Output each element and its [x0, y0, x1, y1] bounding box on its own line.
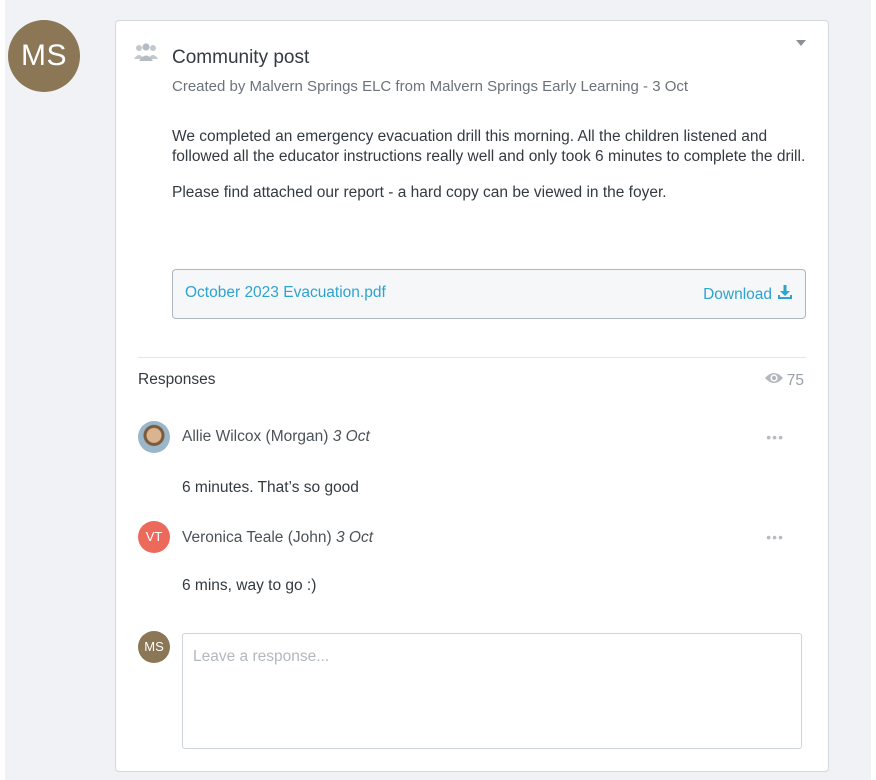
response-date: 3 Oct	[332, 428, 370, 445]
post-body-paragraph: Please find attached our report - a hard…	[172, 184, 667, 201]
response-input[interactable]	[182, 633, 802, 749]
post-options-caret-icon[interactable]	[796, 40, 806, 46]
download-icon	[777, 284, 793, 305]
response-date: 3 Oct	[335, 529, 374, 546]
response-more-icon[interactable]: •••	[766, 429, 784, 445]
responder-avatar-initials[interactable]: VT	[138, 521, 170, 553]
attachment-file-link[interactable]: October 2023 Evacuation.pdf	[185, 284, 386, 302]
responder-avatar-photo[interactable]	[138, 421, 170, 453]
response-author: Allie Wilcox (Morgan) 3 Oct	[182, 428, 370, 446]
author-avatar[interactable]: MS	[8, 20, 80, 92]
response-author-name[interactable]: Allie Wilcox (Morgan)	[182, 428, 328, 445]
post-title: Community post	[172, 47, 310, 68]
responses-heading: Responses	[138, 371, 216, 388]
response-author: Veronica Teale (John) 3 Oct	[182, 529, 373, 547]
attachment-box: October 2023 Evacuation.pdf Download	[172, 269, 806, 319]
post-body-paragraph: We completed an emergency evacuation dri…	[172, 128, 806, 165]
response-text: 6 minutes. That’s so good	[182, 479, 359, 496]
responses-divider	[138, 357, 806, 358]
download-label: Download	[703, 285, 772, 303]
response-author-name[interactable]: Veronica Teale (John)	[182, 529, 332, 546]
view-count-number: 75	[786, 371, 804, 389]
group-icon	[134, 43, 158, 68]
view-count: 75	[764, 371, 804, 390]
post-created-line: Created by Malvern Springs ELC from Malv…	[172, 78, 689, 95]
response-text: 6 mins, way to go :)	[182, 577, 317, 594]
response-more-icon[interactable]: •••	[766, 529, 784, 545]
eye-icon	[764, 371, 784, 390]
community-post-card: Community post Created by Malvern Spring…	[115, 20, 829, 772]
current-user-avatar: MS	[138, 631, 170, 663]
post-body: We completed an emergency evacuation dri…	[172, 127, 808, 219]
download-button[interactable]: Download	[703, 284, 793, 305]
